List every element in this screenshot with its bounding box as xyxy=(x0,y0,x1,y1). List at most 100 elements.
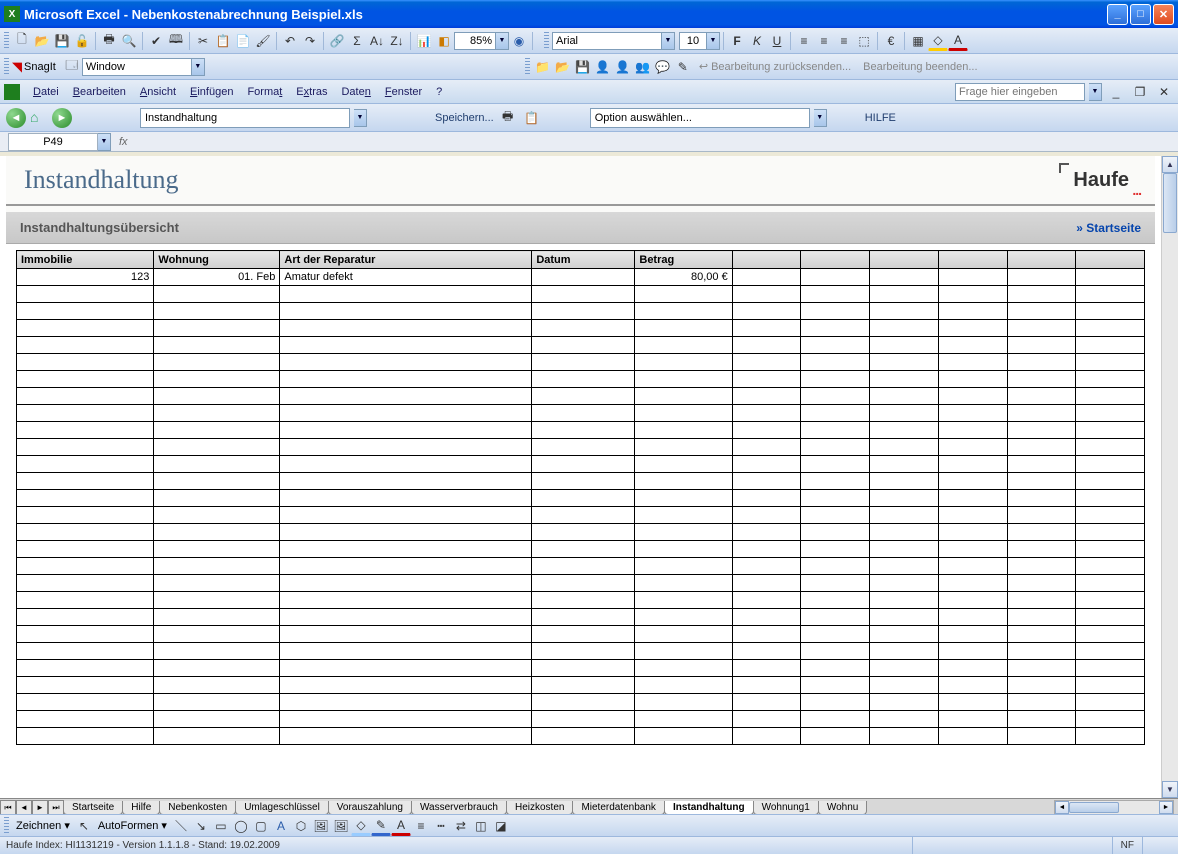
align-center-icon[interactable]: ≡ xyxy=(814,31,834,51)
table-row[interactable] xyxy=(17,320,1145,337)
scroll-up-button[interactable]: ▲ xyxy=(1162,156,1178,173)
align-right-icon[interactable]: ≡ xyxy=(834,31,854,51)
drawing-icon[interactable]: ◧ xyxy=(434,31,454,51)
currency-icon[interactable]: € xyxy=(881,31,901,51)
permission-icon[interactable]: 🔓 xyxy=(72,31,92,51)
table-row[interactable] xyxy=(17,439,1145,456)
line-color-icon[interactable]: ✎ xyxy=(371,816,391,836)
picture-icon[interactable]: 🖼 xyxy=(331,816,351,836)
column-header[interactable] xyxy=(938,251,1007,269)
column-header[interactable] xyxy=(1007,251,1076,269)
name-box[interactable]: P49 xyxy=(8,133,98,151)
sheet-tab-startseite[interactable]: Startseite xyxy=(64,801,123,815)
open-icon[interactable]: 📂 xyxy=(32,31,52,51)
hscroll-right-button[interactable]: ► xyxy=(1159,801,1173,814)
oval-icon[interactable]: ◯ xyxy=(231,816,251,836)
menu-format[interactable]: Format xyxy=(240,83,289,101)
table-row[interactable] xyxy=(17,286,1145,303)
menu-?[interactable]: ? xyxy=(429,83,449,101)
table-row[interactable] xyxy=(17,405,1145,422)
table-row[interactable] xyxy=(17,558,1145,575)
line-icon[interactable]: ＼ xyxy=(171,816,191,836)
sheet-tab-wohnu[interactable]: Wohnu xyxy=(818,801,868,815)
table-row[interactable] xyxy=(17,609,1145,626)
table-row[interactable] xyxy=(17,337,1145,354)
column-header[interactable]: Betrag xyxy=(635,251,732,269)
research-icon[interactable]: 🕮 xyxy=(166,31,186,51)
print-preview-icon[interactable]: 🔍 xyxy=(119,31,139,51)
sheet-tab-mieterdatenbank[interactable]: Mieterdatenbank xyxy=(572,801,665,815)
merge-center-icon[interactable]: ⬚ xyxy=(854,31,874,51)
hscroll-left-button[interactable]: ◄ xyxy=(1055,801,1069,814)
table-row[interactable] xyxy=(17,643,1145,660)
sheet-tab-heizkosten[interactable]: Heizkosten xyxy=(506,801,573,815)
toolbar-grip[interactable] xyxy=(4,817,9,835)
save-all-icon[interactable]: 💾 xyxy=(573,57,593,77)
review-return-button[interactable]: ↩ Bearbeitung zurücksenden... xyxy=(693,60,857,73)
location-combo[interactable]: Instandhaltung xyxy=(140,108,350,128)
name-box-dropdown[interactable]: ▼ xyxy=(98,133,111,151)
snagit-window-icon[interactable]: 🗔 xyxy=(62,57,82,77)
workbook-restore-icon[interactable]: ❐ xyxy=(1130,82,1150,102)
chart-wizard-icon[interactable]: 📊 xyxy=(414,31,434,51)
sheet-tab-umlageschlüssel[interactable]: Umlageschlüssel xyxy=(235,801,329,815)
toolbar-grip[interactable] xyxy=(544,32,549,50)
table-row[interactable] xyxy=(17,524,1145,541)
table-row[interactable] xyxy=(17,711,1145,728)
3d-icon[interactable]: ◪ xyxy=(491,816,511,836)
font-name-dropdown[interactable]: ▼ xyxy=(662,32,675,50)
textbox-icon[interactable]: ▢ xyxy=(251,816,271,836)
table-row[interactable] xyxy=(17,456,1145,473)
table-row[interactable] xyxy=(17,490,1145,507)
toolbar-grip[interactable] xyxy=(4,32,9,50)
table-row[interactable] xyxy=(17,422,1145,439)
diagram-icon[interactable]: ⬡ xyxy=(291,816,311,836)
autosum-icon[interactable]: Σ xyxy=(347,31,367,51)
location-dropdown[interactable]: ▼ xyxy=(354,109,367,127)
table-row[interactable] xyxy=(17,507,1145,524)
underline-icon[interactable]: U xyxy=(767,31,787,51)
font-color-icon[interactable]: A xyxy=(391,816,411,836)
column-header[interactable] xyxy=(870,251,939,269)
review-end-button[interactable]: Bearbeitung beenden... xyxy=(857,61,983,73)
help-search-dropdown[interactable]: ▼ xyxy=(1089,83,1102,101)
workbook-close-icon[interactable]: ✕ xyxy=(1154,82,1174,102)
nav-home-icon[interactable]: ⌂ xyxy=(30,109,48,127)
vertical-scrollbar[interactable]: ▲ ▼ xyxy=(1161,156,1178,798)
paste-icon[interactable]: 📄 xyxy=(233,31,253,51)
option-combo[interactable]: Option auswählen... xyxy=(590,108,810,128)
dash-style-icon[interactable]: ┅ xyxy=(431,816,451,836)
table-row[interactable]: 12301. FebAmatur defekt80,00 € xyxy=(17,269,1145,286)
menu-fenster[interactable]: Fenster xyxy=(378,83,429,101)
bold-icon[interactable]: F xyxy=(727,31,747,51)
table-row[interactable] xyxy=(17,541,1145,558)
nav-forward-button[interactable]: ► xyxy=(52,108,72,128)
table-row[interactable] xyxy=(17,303,1145,320)
sort-desc-icon[interactable]: Z↓ xyxy=(387,31,407,51)
table-row[interactable] xyxy=(17,388,1145,405)
table-row[interactable] xyxy=(17,728,1145,745)
scroll-down-button[interactable]: ▼ xyxy=(1162,781,1178,798)
toolbar-grip[interactable] xyxy=(4,58,9,76)
font-name-input[interactable] xyxy=(552,32,662,50)
help-link[interactable]: HILFE xyxy=(865,112,896,124)
table-row[interactable] xyxy=(17,677,1145,694)
formula-input[interactable] xyxy=(136,133,1172,151)
table-row[interactable] xyxy=(17,371,1145,388)
open-folder-icon[interactable]: 📂 xyxy=(553,57,573,77)
column-header[interactable]: Art der Reparatur xyxy=(280,251,532,269)
column-header[interactable] xyxy=(1076,251,1145,269)
spellcheck-icon[interactable]: ✔ xyxy=(146,31,166,51)
italic-icon[interactable]: K xyxy=(747,31,767,51)
redo-icon[interactable]: ↷ xyxy=(300,31,320,51)
save-icon[interactable]: 💾 xyxy=(52,31,72,51)
zoom-input[interactable] xyxy=(454,32,496,50)
menu-bearbeiten[interactable]: Bearbeiten xyxy=(66,83,133,101)
copy-icon[interactable]: 📋 xyxy=(522,108,542,128)
new-icon[interactable]: 🗋 xyxy=(12,31,32,51)
sheet-tab-wasserverbrauch[interactable]: Wasserverbrauch xyxy=(411,801,507,815)
snagit-mode-input[interactable] xyxy=(82,58,192,76)
fill-color-icon[interactable]: ◇ xyxy=(928,31,948,51)
cut-icon[interactable]: ✂ xyxy=(193,31,213,51)
format-painter-icon[interactable]: 🖌 xyxy=(253,31,273,51)
